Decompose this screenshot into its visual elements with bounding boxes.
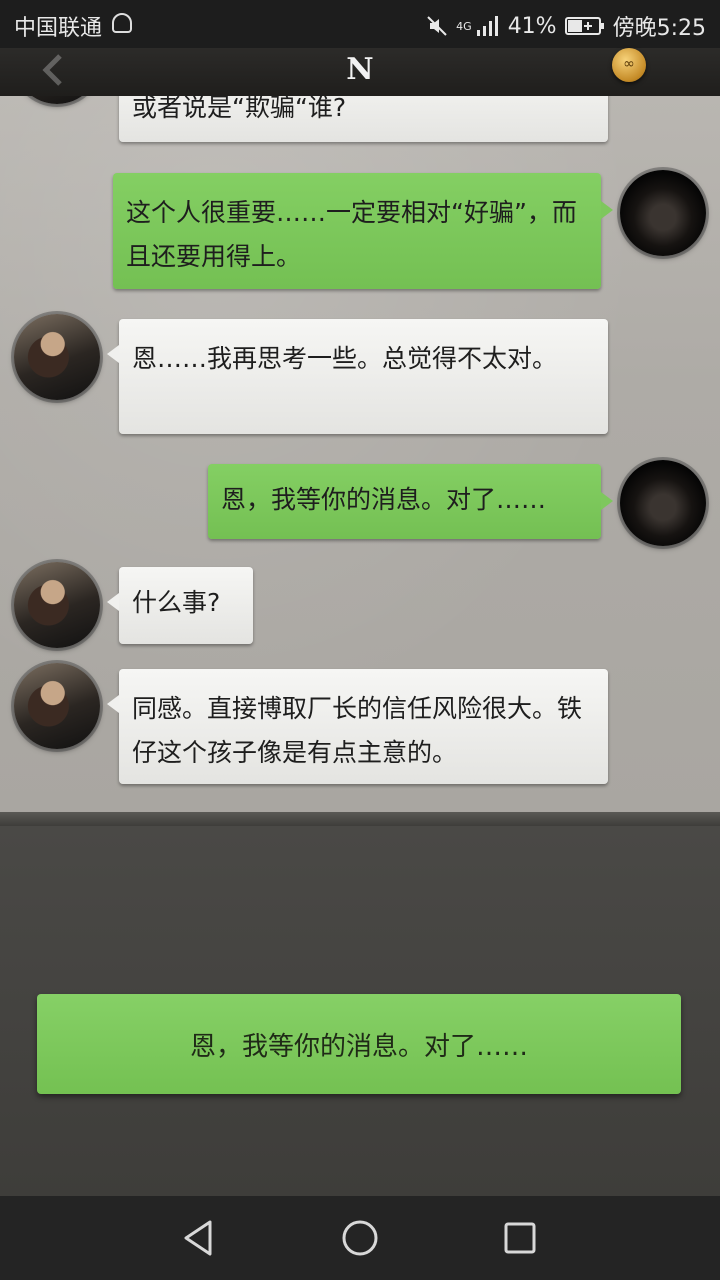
coin-badge-icon[interactable]: ∞ xyxy=(612,48,646,82)
title-bar: N ∞ xyxy=(0,48,720,98)
clock: 傍晚5:25 xyxy=(612,16,706,41)
message-bubble-other: 什么事? xyxy=(107,567,253,644)
message-bubble-self: 这个人很重要……一定要相对“好骗”，而且还要用得上。 xyxy=(113,173,613,289)
avatar-other xyxy=(14,96,100,104)
avatar-self xyxy=(620,460,706,546)
navigation-bar xyxy=(0,1196,720,1280)
chat-area[interactable]: 或者说是“欺骗“谁? 这个人很重要……一定要相对“好骗”，而且还要用得上。 恩…… xyxy=(0,96,720,816)
network-type-label: 4G xyxy=(456,19,472,33)
mute-icon xyxy=(426,15,448,37)
headset-icon xyxy=(112,13,132,33)
avatar-self xyxy=(620,170,706,256)
carrier-label: 中国联通 xyxy=(14,16,103,41)
app-screen: 中国联通 4G 41% 傍晚5:25 N ∞ 或者说是“欺骗“谁? 这个人很重要… xyxy=(0,0,720,1280)
battery-charging-icon xyxy=(564,15,605,37)
back-triangle-icon[interactable] xyxy=(180,1218,220,1258)
avatar-other xyxy=(14,314,100,400)
recent-square-icon[interactable] xyxy=(500,1218,540,1258)
message-bubble-other: 或者说是“欺骗“谁? xyxy=(119,96,608,142)
signal-icon xyxy=(476,15,500,37)
battery-percent: 41% xyxy=(507,13,557,39)
message-bubble-other: 恩……我再思考一些。总觉得不太对。 xyxy=(107,319,608,434)
home-circle-icon[interactable] xyxy=(340,1218,380,1258)
status-right-group: 4G 41% 傍晚5:25 xyxy=(426,10,706,42)
avatar-other xyxy=(14,663,100,749)
message-bubble-self: 恩，我等你的消息。对了…… xyxy=(208,464,613,539)
reply-option-button[interactable]: 恩，我等你的消息。对了…… xyxy=(37,994,681,1094)
status-bar: 中国联通 4G 41% 傍晚5:25 xyxy=(0,0,720,48)
chat-divider xyxy=(0,812,720,826)
avatar-other xyxy=(14,562,100,648)
message-bubble-other: 同感。直接博取厂长的信任风险很大。铁仔这个孩子像是有点主意的。 xyxy=(107,669,608,784)
